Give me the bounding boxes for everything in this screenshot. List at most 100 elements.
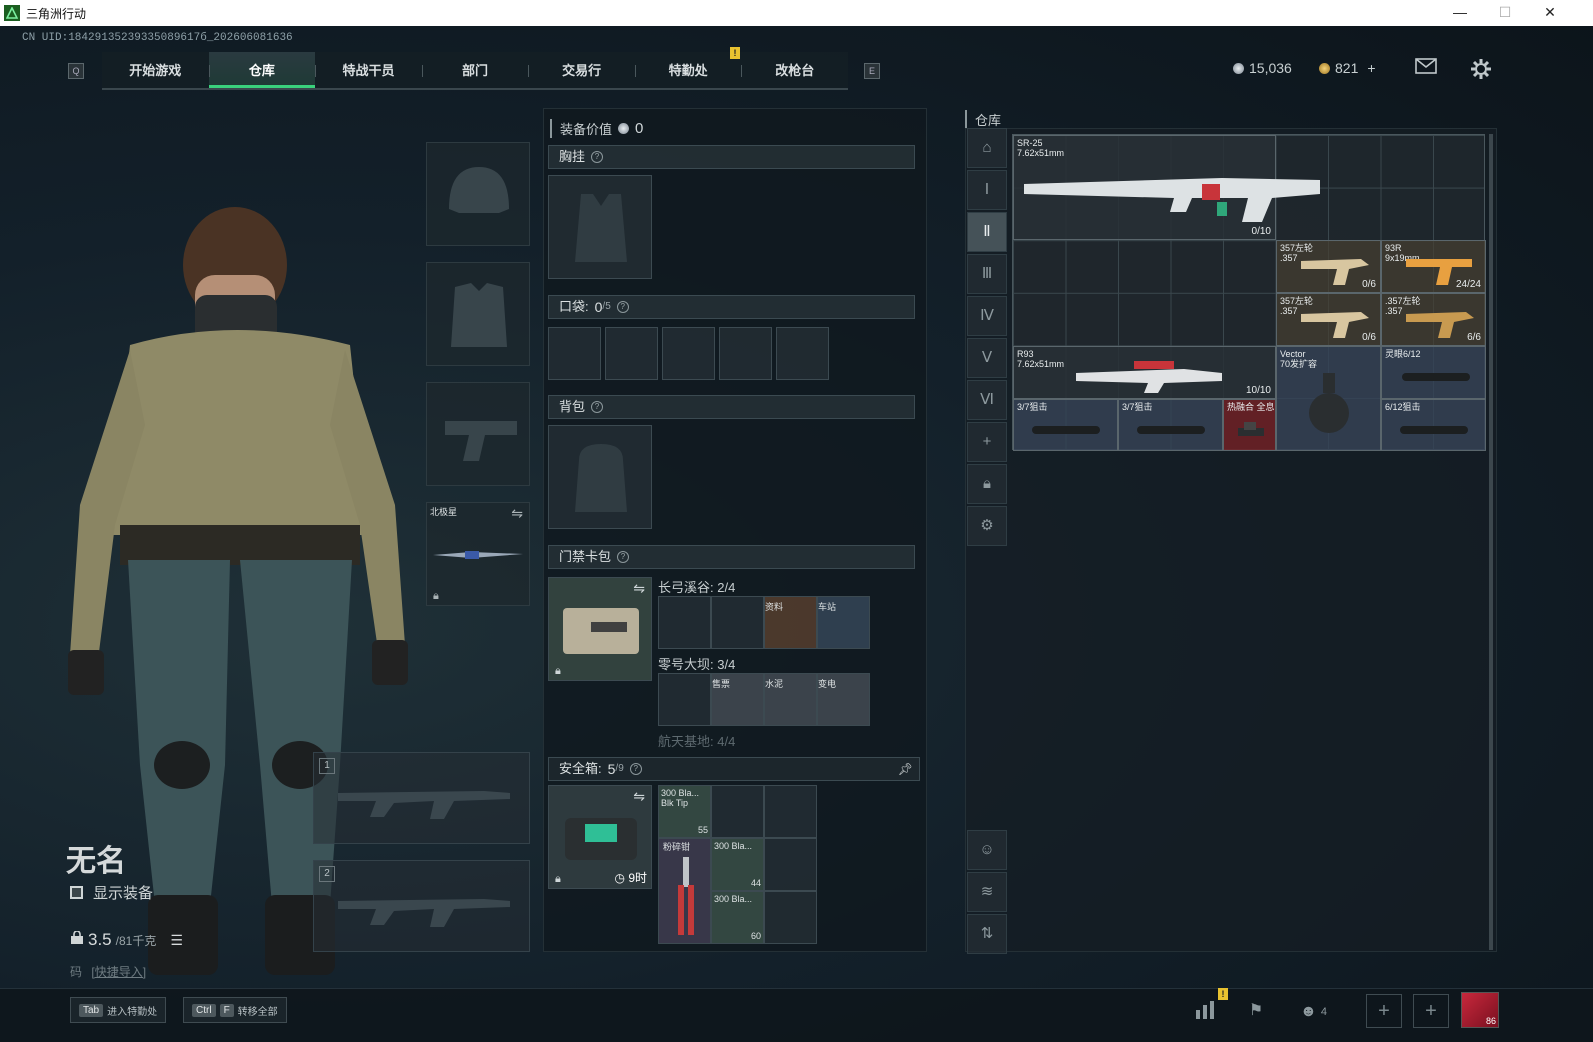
key-card[interactable]: 车站 [817,596,870,649]
key-slot[interactable] [658,596,711,649]
weapon-item-sr25[interactable]: SR-25 7.62x51mm 0/10 [1013,135,1320,240]
empty-cell[interactable] [764,785,817,838]
pocket-slot[interactable] [719,327,772,380]
keycard-case-icon [563,608,639,654]
team-members[interactable]: ☻ 4 [1300,1000,1340,1024]
tool-item[interactable]: 粉碎钳 [658,838,711,944]
pistol-slot[interactable] [426,382,530,486]
scope-icon [1137,426,1205,434]
layers-icon[interactable]: ≋ [967,872,1007,912]
storage-tab-all[interactable]: ⌂ [967,128,1007,168]
scope-item[interactable]: 3/7狙击 [1118,399,1223,451]
backpack-slot[interactable] [548,425,652,529]
minimize-button[interactable]: — [1437,0,1483,26]
weapon-item-357[interactable]: 357左轮 .357 0/6 [1276,240,1381,293]
lock-icon[interactable]: 🔒︎ [967,464,1007,504]
storage-scrollbar[interactable] [1489,134,1493,950]
add-teammate-button[interactable]: + [1413,994,1449,1028]
help-icon[interactable]: ? [617,551,630,563]
storage-tab-5[interactable]: Ⅴ [967,338,1007,378]
maximize-button[interactable]: ☐ [1482,0,1528,26]
help-icon[interactable]: ? [616,301,629,313]
sight-item[interactable]: 热融合 全息 [1223,399,1276,451]
transfer-all-hint[interactable]: Ctrl F 转移全部 [183,997,287,1023]
equipment-value-amount: 0 [635,120,644,137]
lock-icon: 🔒︎ [555,873,561,885]
pin-icon[interactable]: 📌︎ [898,758,913,780]
key-card[interactable]: 水泥 [764,673,817,726]
storage-tab-3[interactable]: Ⅲ [967,254,1007,294]
key-card[interactable]: 变电 [817,673,870,726]
sort-icon[interactable]: ⇅ [967,914,1007,954]
chest-rig-slot[interactable] [548,175,652,279]
add-storage-tab-button[interactable]: + [967,422,1007,462]
helmet-slot[interactable] [426,142,530,246]
pocket-slot[interactable] [548,327,601,380]
empty-cell[interactable] [764,838,817,891]
scope-item[interactable]: 灵眼6/12 [1381,346,1486,399]
key-card[interactable]: 资料 [764,596,817,649]
person-icon[interactable]: ☺ [967,830,1007,870]
storage-tab-1[interactable]: Ⅰ [967,170,1007,210]
scope-item[interactable]: 6/12狙击 [1381,399,1486,451]
tab-start-game[interactable]: 开始游戏 [102,52,209,88]
quick-import-link[interactable]: [快捷导入] [91,965,146,979]
checkbox-icon[interactable] [70,886,83,899]
mail-icon[interactable] [1414,58,1438,80]
empty-cell[interactable] [711,785,764,838]
close-button[interactable]: ✕ [1527,0,1573,26]
pockets-header: 口袋: 0/5 ? [548,295,915,319]
magazine-item-vector[interactable]: Vector 70发扩容 [1276,346,1381,451]
add-teammate-button[interactable]: + [1366,994,1402,1028]
storage-tab-6[interactable]: Ⅵ [967,380,1007,420]
ammo-item[interactable]: 300 Bla... Blk Tip 55 [658,785,711,838]
nav-prev-key[interactable]: Q [68,63,84,79]
avatar[interactable]: 86 [1461,992,1499,1028]
swap-icon[interactable]: ⇋ [511,505,523,522]
key-slot[interactable] [658,673,711,726]
enter-special-ops-hint[interactable]: Tab 进入特勤处 [70,997,167,1023]
weapon-item-357[interactable]: .357左轮 .357 6/6 [1381,293,1486,346]
flag-icon[interactable]: ⚑ [1243,1000,1269,1024]
gear-icon[interactable]: ⚙ [967,506,1007,546]
tab-special-ops[interactable]: 特勤处 [634,52,742,88]
tab-gunsmith[interactable]: 改枪台 [741,52,848,88]
gear-icon[interactable] [1469,58,1493,80]
help-icon[interactable]: ? [591,401,604,413]
key-slot[interactable] [711,596,764,649]
tab-market[interactable]: 交易行 [528,52,635,88]
swap-icon[interactable]: ⇋ [633,580,645,597]
lock-icon: 🔒︎ [433,590,439,602]
map1-label: 长弓溪谷: 2/4 [658,580,736,595]
pocket-slot[interactable] [662,327,715,380]
nav-next-key[interactable]: E [864,63,880,79]
weapon-item-357[interactable]: 357左轮 .357 0/6 [1276,293,1381,346]
ammo-item[interactable]: 300 Bla... 60 [711,891,764,944]
help-icon[interactable]: ? [591,151,604,163]
help-icon[interactable]: ? [629,763,642,775]
pocket-slot[interactable] [776,327,829,380]
armor-slot[interactable] [426,262,530,366]
empty-cell[interactable] [764,891,817,944]
melee-slot[interactable]: 北极星 ⇋ 🔒︎ [426,502,530,606]
storage-tab-4[interactable]: Ⅳ [967,296,1007,336]
storage-tab-2[interactable]: Ⅱ [967,212,1007,252]
safe-box-slot[interactable]: ⇋ 🔒︎ ◷ 9时 [548,785,652,889]
swap-icon[interactable]: ⇋ [633,788,645,805]
gold-add-button[interactable]: + [1367,60,1375,76]
tab-warehouse[interactable]: 仓库 [208,52,316,88]
primary-weapon-slot[interactable]: 1 [313,752,530,844]
list-icon[interactable]: ☰ [170,932,183,949]
scope-item[interactable]: 3/7狙击 [1013,399,1118,451]
tab-operators[interactable]: 特战干员 [315,52,422,88]
tab-department[interactable]: 部门 [421,52,529,88]
weapon-item-r93[interactable]: R93 7.62x51mm 10/10 [1013,346,1276,399]
keycard-case-slot[interactable]: ⇋ 🔒︎ [548,577,652,681]
key-card[interactable]: 售票 [711,673,764,726]
show-equipment-toggle[interactable]: 显示装备 [70,882,153,903]
pocket-slot[interactable] [605,327,658,380]
ammo-item[interactable]: 300 Bla... 44 [711,838,764,891]
stats-chart-icon[interactable] [1192,1000,1218,1024]
secondary-weapon-slot[interactable]: 2 [313,860,530,952]
weapon-item-93r[interactable]: 93R 9x19mm 24/24 [1381,240,1486,293]
